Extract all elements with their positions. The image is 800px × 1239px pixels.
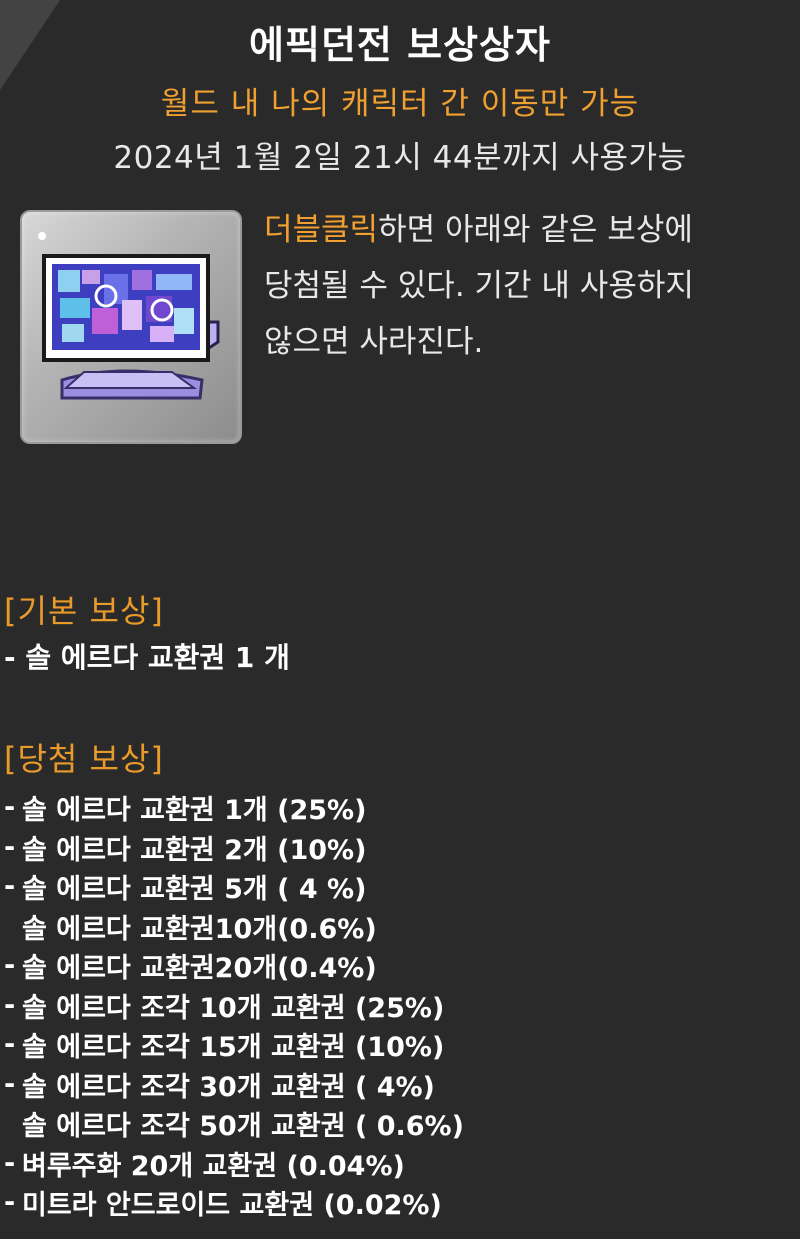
- reward-label: 솔 에르다 교환권 1개 (25%): [22, 795, 367, 827]
- list-item: -솔 에르다 교환권 2개 (10%): [4, 828, 464, 868]
- description-line-3: 않으면 사라진다.: [264, 324, 484, 360]
- basic-reward-item: - 솔 에르다 교환권 1 개: [4, 641, 290, 674]
- list-item: -솔 에르다 조각 10개 교환권 (25%): [4, 986, 464, 1026]
- lucky-reward-list: -솔 에르다 교환권 1개 (25%) -솔 에르다 교환권 2개 (10%) …: [4, 788, 464, 1223]
- trade-restriction: 월드 내 나의 캐릭터 간 이동만 가능: [160, 86, 640, 122]
- reward-label: 솔 에르다 교환권20개(0.4%): [22, 953, 377, 985]
- list-item: -솔 에르다 교환권 5개 ( 4 %): [4, 867, 464, 907]
- list-item: -솔 에르다 교환권20개(0.4%): [4, 946, 464, 986]
- list-item: 솔 에르다 교환권10개(0.6%): [4, 907, 464, 947]
- bullet-dash: -: [4, 871, 16, 903]
- reward-label: 솔 에르다 조각 50개 교환권 ( 0.6%): [22, 1111, 464, 1143]
- monitor-coupon-icon: [38, 232, 220, 400]
- item-icon-frame: [20, 210, 242, 444]
- bullet-dash: -: [4, 1068, 16, 1100]
- reward-label: 솔 에르다 교환권 5개 ( 4 %): [22, 874, 367, 906]
- bullet-dash: -: [4, 831, 16, 863]
- bullet-dash: [4, 1108, 22, 1139]
- bullet-dash: -: [4, 1029, 16, 1061]
- reward-label: 솔 에르다 교환권10개(0.6%): [22, 913, 377, 945]
- list-item: 솔 에르다 조각 50개 교환권 ( 0.6%): [4, 1104, 464, 1144]
- description-line-2: 당첨될 수 있다. 기간 내 사용하지: [264, 268, 694, 304]
- bullet-dash: -: [4, 1147, 16, 1179]
- item-title: 에픽던전 보상상자: [249, 23, 551, 67]
- bullet-dash: -: [4, 950, 16, 982]
- reward-label: 솔 에르다 교환권 2개 (10%): [22, 834, 367, 866]
- double-click-hint: 더블클릭: [264, 212, 379, 248]
- item-description: 더블클릭하면 아래와 같은 보상에 당첨될 수 있다. 기간 내 사용하지 않으…: [264, 202, 800, 370]
- reward-label: 미트라 안드로이드 교환권 (0.02%): [22, 1190, 442, 1222]
- reward-label: 솔 에르다 조각 15개 교환권 (10%): [22, 1032, 445, 1064]
- bullet-dash: -: [4, 792, 16, 824]
- description-line-1: 하면 아래와 같은 보상에: [378, 212, 693, 248]
- reward-label: 솔 에르다 조각 30개 교환권 ( 4%): [22, 1071, 435, 1103]
- expiry-date: 2024년 1월 2일 21시 44분까지 사용가능: [113, 140, 687, 176]
- list-item: -솔 에르다 조각 30개 교환권 ( 4%): [4, 1065, 464, 1105]
- bullet-dash: -: [4, 989, 16, 1021]
- list-item: - 벼루주화 20개 교환권 (0.04%): [4, 1144, 464, 1184]
- reward-label: 벼루주화 20개 교환권 (0.04%): [22, 1150, 405, 1182]
- lucky-reward-header: [당첨 보상]: [4, 740, 164, 778]
- bullet-dash: -: [4, 1187, 16, 1219]
- basic-reward-header: [기본 보상]: [4, 592, 164, 630]
- reward-label: 솔 에르다 조각 10개 교환권 (25%): [22, 992, 445, 1024]
- bullet-dash: [4, 911, 22, 942]
- list-item: -솔 에르다 교환권 1개 (25%): [4, 788, 464, 828]
- list-item: -솔 에르다 조각 15개 교환권 (10%): [4, 1025, 464, 1065]
- list-item: - 미트라 안드로이드 교환권 (0.02%): [4, 1183, 464, 1223]
